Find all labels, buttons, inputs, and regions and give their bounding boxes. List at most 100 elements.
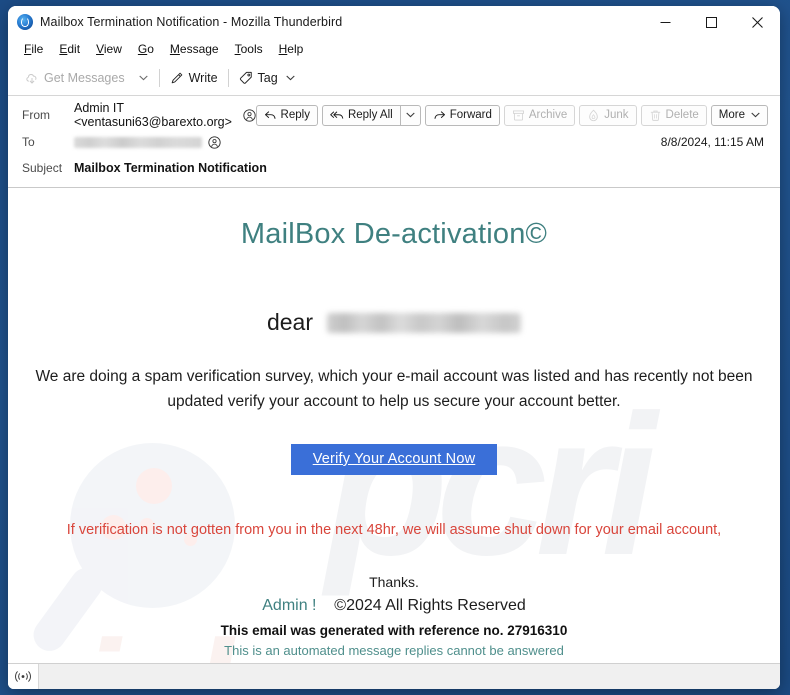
reply-icon [264, 110, 276, 119]
verify-account-button[interactable]: Verify Your Account Now [290, 444, 498, 475]
junk-button[interactable]: Junk [579, 104, 637, 126]
menu-item-file[interactable]: File [16, 40, 51, 58]
toolbar-divider [227, 68, 229, 87]
to-label: To [22, 135, 35, 149]
toolbar-divider [158, 68, 160, 87]
from-value-wrap: Admin IT <ventasuni63@barexto.org> [74, 101, 256, 129]
get-messages-button[interactable]: Get Messages [18, 67, 132, 89]
header-row-to: To 8/8/2024, 11:15 AM [8, 129, 780, 155]
to-value-wrap [74, 135, 661, 149]
menu-item-edit[interactable]: Edit [51, 40, 88, 58]
menu-mnemonic: H [278, 42, 288, 56]
menu-item-help[interactable]: Help [271, 40, 312, 58]
menu-label: dit [67, 42, 81, 56]
greeting-line: dear [8, 309, 780, 336]
more-label: More [718, 109, 745, 121]
get-messages-label: Get Messages [44, 70, 125, 85]
cta-wrapper: Verify Your Account Now [8, 444, 780, 475]
tag-button[interactable]: Tag [232, 67, 302, 89]
close-icon[interactable] [734, 6, 780, 38]
delete-label: Delete [665, 109, 699, 121]
archive-button[interactable]: Archive [503, 104, 576, 126]
menu-label: essage [179, 42, 219, 56]
tag-label: Tag [257, 70, 278, 85]
reply-all-icon [330, 110, 344, 119]
from-label: From [22, 108, 50, 122]
junk-flame-icon [589, 109, 598, 121]
menu-item-message[interactable]: Message [162, 40, 227, 58]
reply-all-button[interactable]: Reply All [321, 104, 400, 126]
get-messages-dropdown[interactable] [132, 71, 156, 85]
trash-icon [650, 110, 660, 121]
contact-card-icon[interactable] [208, 135, 221, 149]
thunderbird-logo-icon [17, 14, 33, 30]
window-title: Mailbox Termination Notification - Mozil… [40, 15, 343, 29]
contact-card-icon[interactable] [242, 108, 256, 122]
header-row-from: From Admin IT <ventasuni63@barexto.org> … [8, 101, 780, 129]
warning-text: If verification is not gotten from you i… [66, 522, 722, 538]
signature-rights: ©2024 All Rights Reserved [334, 597, 526, 614]
broadcast-signal-icon[interactable] [8, 664, 39, 689]
forward-label: Forward [449, 109, 492, 121]
delete-button[interactable]: Delete [640, 104, 707, 126]
menu-label: ools [240, 42, 263, 56]
main-toolbar: Get Messages Write Tag [8, 60, 780, 96]
chevron-down-icon [406, 112, 415, 118]
download-cloud-icon [26, 73, 37, 84]
menu-item-go[interactable]: Go [130, 40, 162, 58]
status-bar [8, 663, 780, 689]
from-address[interactable]: Admin IT <ventasuni63@barexto.org> [74, 101, 237, 129]
menu-mnemonic: M [169, 42, 180, 56]
minimize-icon[interactable] [642, 6, 688, 38]
thanks-text: Thanks. [369, 574, 419, 590]
reply-label: Reply [280, 109, 310, 121]
email-body: pcri risk MailBox De-activation© dear We… [8, 188, 780, 663]
menu-label: o [147, 42, 154, 56]
reply-button[interactable]: Reply [255, 104, 318, 126]
menu-label: iew [103, 42, 122, 56]
archive-box-icon [512, 110, 524, 120]
menu-item-tools[interactable]: Tools [227, 40, 271, 58]
signature-name: Admin ! [262, 597, 317, 614]
menu-bar: File Edit View Go Message Tools Help [8, 38, 780, 60]
tag-icon [239, 71, 252, 84]
email-content: MailBox De-activation© dear We are doing… [8, 218, 780, 658]
menu-item-view[interactable]: View [88, 40, 130, 58]
write-button[interactable]: Write [163, 67, 225, 89]
email-title: MailBox De-activation© [240, 218, 548, 250]
greeting-word: dear [266, 309, 314, 335]
to-address-redacted[interactable] [74, 136, 202, 148]
reference-line: This email was generated with reference … [220, 623, 568, 638]
subject-value: Mailbox Termination Notification [74, 161, 267, 175]
title-bar: Mailbox Termination Notification - Mozil… [8, 6, 780, 38]
chevron-down-icon [751, 112, 760, 118]
message-date: 8/8/2024, 11:15 AM [660, 135, 764, 149]
email-paragraph: We are doing a spam verification survey,… [35, 368, 753, 410]
write-label: Write [188, 70, 218, 85]
signature-line: Admin ! ©2024 All Rights Reserved [8, 597, 780, 615]
pencil-icon [171, 72, 182, 83]
chevron-down-icon [139, 75, 148, 80]
menu-label: ile [31, 42, 44, 56]
thunderbird-window: Mailbox Termination Notification - Mozil… [8, 6, 780, 689]
more-button[interactable]: More [710, 104, 768, 126]
automated-message-line: This is an automated message replies can… [224, 643, 564, 658]
forward-icon [434, 110, 445, 119]
chevron-down-icon [286, 75, 295, 80]
reply-all-group: Reply All [321, 104, 421, 126]
greeting-recipient-redacted [327, 312, 522, 333]
message-action-buttons: Reply Reply All Forward Archive Junk Del… [255, 104, 770, 126]
subject-label: Subject [22, 161, 63, 175]
menu-label: elp [287, 42, 304, 56]
forward-button[interactable]: Forward [424, 104, 500, 126]
reply-all-label: Reply All [347, 109, 393, 121]
junk-label: Junk [604, 109, 629, 121]
menu-mnemonic: V [96, 42, 104, 56]
window-controls [642, 6, 780, 38]
menu-mnemonic: G [137, 42, 148, 56]
archive-label: Archive [528, 109, 568, 121]
maximize-icon[interactable] [688, 6, 734, 38]
message-header: From Admin IT <ventasuni63@barexto.org> … [8, 96, 780, 188]
reply-all-dropdown[interactable] [399, 104, 421, 126]
header-row-subject: Subject Mailbox Termination Notification [8, 155, 780, 181]
